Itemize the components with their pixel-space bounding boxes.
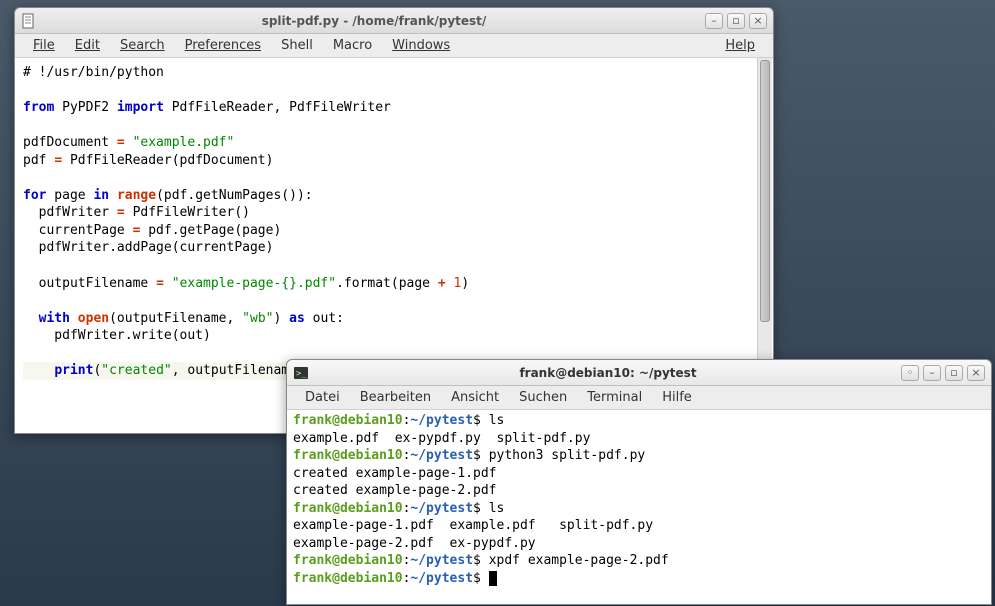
terminal-title: frank@debian10: ~/pytest xyxy=(315,366,901,380)
menu-shell[interactable]: Shell xyxy=(271,35,323,56)
menu-terminal[interactable]: Terminal xyxy=(577,387,652,408)
terminal-menubar: Datei Bearbeiten Ansicht Suchen Terminal… xyxy=(287,386,991,410)
editor-menubar: File Edit Search Preferences Shell Macro… xyxy=(15,34,773,58)
terminal-body[interactable]: frank@debian10:~/pytest$ ls example.pdf … xyxy=(287,410,991,604)
sticky-button[interactable]: ◦ xyxy=(901,365,919,381)
menu-windows[interactable]: Windows xyxy=(382,35,460,56)
terminal-app-icon: >_ xyxy=(293,365,309,381)
menu-bearbeiten[interactable]: Bearbeiten xyxy=(350,387,441,408)
maximize-button[interactable]: ▫ xyxy=(727,13,745,29)
menu-suchen[interactable]: Suchen xyxy=(509,387,577,408)
menu-search[interactable]: Search xyxy=(110,35,175,56)
terminal-titlebar[interactable]: >_ frank@debian10: ~/pytest ◦ – ▫ × xyxy=(287,360,991,386)
maximize-button[interactable]: ▫ xyxy=(945,365,963,381)
menu-help[interactable]: Help xyxy=(715,35,765,56)
menu-edit[interactable]: Edit xyxy=(65,35,110,56)
minimize-button[interactable]: – xyxy=(705,13,723,29)
menu-file[interactable]: File xyxy=(23,35,65,56)
menu-ansicht[interactable]: Ansicht xyxy=(441,387,509,408)
menu-hilfe[interactable]: Hilfe xyxy=(652,387,702,408)
editor-app-icon xyxy=(21,13,37,29)
close-button[interactable]: × xyxy=(749,13,767,29)
editor-titlebar[interactable]: split-pdf.py - /home/frank/pytest/ – ▫ × xyxy=(15,8,773,34)
menu-preferences[interactable]: Preferences xyxy=(175,35,271,56)
terminal-cursor xyxy=(489,571,497,586)
minimize-button[interactable]: – xyxy=(923,365,941,381)
scrollbar-thumb[interactable] xyxy=(760,60,770,322)
svg-text:>_: >_ xyxy=(296,369,307,379)
close-button[interactable]: × xyxy=(967,365,985,381)
terminal-window: >_ frank@debian10: ~/pytest ◦ – ▫ × Date… xyxy=(286,359,992,605)
menu-datei[interactable]: Datei xyxy=(295,387,350,408)
terminal-window-controls: ◦ – ▫ × xyxy=(901,365,985,381)
editor-title: split-pdf.py - /home/frank/pytest/ xyxy=(43,14,705,28)
menu-macro[interactable]: Macro xyxy=(323,35,382,56)
editor-window-controls: – ▫ × xyxy=(705,13,767,29)
